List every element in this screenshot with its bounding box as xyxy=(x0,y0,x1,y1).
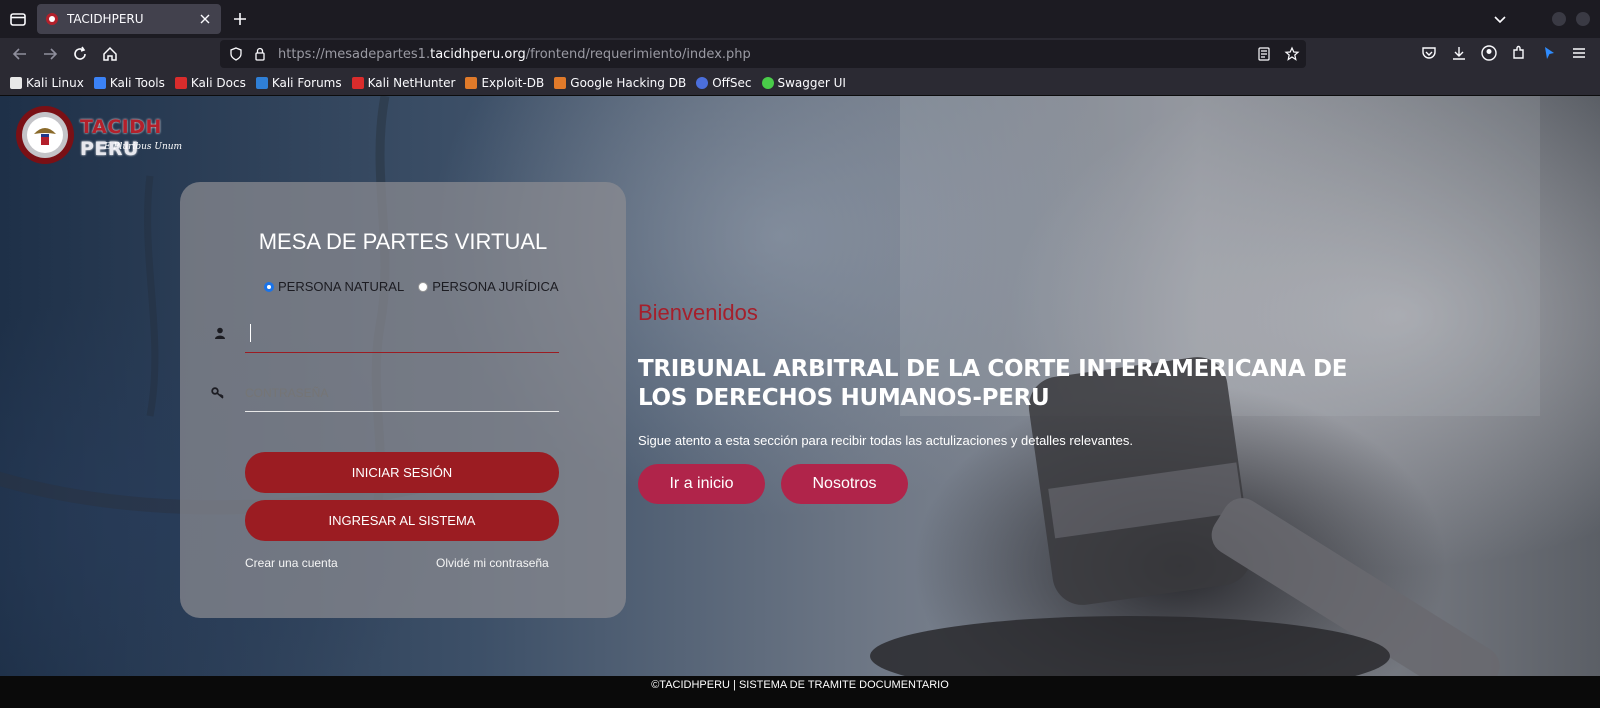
cursor-extension-icon[interactable] xyxy=(1540,44,1558,62)
toolbar-right xyxy=(1420,44,1600,62)
enter-system-button[interactable]: INGRESAR AL SISTEMA xyxy=(245,500,559,541)
hamburger-menu-icon[interactable] xyxy=(1570,44,1588,62)
tabbar-right xyxy=(1490,0,1600,38)
forgot-password-link[interactable]: Olvidé mi contraseña xyxy=(436,556,549,570)
password-input[interactable] xyxy=(245,375,559,411)
kali-linux-icon xyxy=(10,76,22,89)
go-home-button[interactable]: Ir a inicio xyxy=(638,464,765,504)
url-bar[interactable]: https://mesadepartes1.tacidhperu.org/fro… xyxy=(220,40,1306,68)
browser-nav-bar: https://mesadepartes1.tacidhperu.org/fro… xyxy=(0,38,1600,70)
bookmark-item[interactable]: Kali Forums xyxy=(255,76,342,90)
kali-docs-icon xyxy=(174,76,187,89)
bookmark-item[interactable]: Kali NetHunter xyxy=(351,76,455,90)
key-icon xyxy=(211,387,224,399)
bookmark-star-icon[interactable] xyxy=(1284,46,1300,62)
about-us-button[interactable]: Nosotros xyxy=(781,464,908,504)
persona-natural-radio[interactable] xyxy=(264,281,274,292)
kali-forums-icon xyxy=(255,76,268,89)
login-button[interactable]: INICIAR SESIÓN xyxy=(245,452,559,493)
reload-icon[interactable] xyxy=(70,44,90,64)
tab-list-icon[interactable] xyxy=(8,9,28,29)
username-underline xyxy=(245,352,559,353)
forward-arrow-icon[interactable] xyxy=(40,44,60,64)
swagger-icon xyxy=(761,76,774,89)
user-icon xyxy=(215,327,225,339)
lock-icon[interactable] xyxy=(252,46,268,62)
shield-icon[interactable] xyxy=(228,46,244,62)
hero-title: TRIBUNAL ARBITRAL DE LA CORTE INTERAMERI… xyxy=(638,356,1348,411)
browser-tab[interactable]: TACIDHPERU xyxy=(37,4,221,34)
kali-nethunter-icon xyxy=(351,76,364,89)
kali-tools-icon xyxy=(93,76,106,89)
bookmark-item[interactable]: Kali Linux xyxy=(10,76,84,90)
back-arrow-icon[interactable] xyxy=(10,44,30,64)
create-account-link[interactable]: Crear una cuenta xyxy=(245,556,338,570)
reader-view-icon[interactable] xyxy=(1256,46,1272,62)
logo-motto: E Pluribus Unum xyxy=(104,142,183,152)
tab-title: TACIDHPERU xyxy=(67,12,144,26)
url-text: https://mesadepartes1.tacidhperu.org/fro… xyxy=(278,46,751,62)
bookmarks-bar: Kali Linux Kali Tools Kali Docs Kali For… xyxy=(0,70,1600,96)
download-icon[interactable] xyxy=(1450,44,1468,62)
bookmark-item[interactable]: Swagger UI xyxy=(761,76,846,90)
persona-natural-label[interactable]: PERSONA NATURAL xyxy=(278,279,404,294)
favicon-icon xyxy=(46,13,58,25)
google-hacking-db-icon xyxy=(554,76,567,89)
browser-tab-bar: TACIDHPERU xyxy=(0,0,1600,38)
bookmark-item[interactable]: Kali Docs xyxy=(174,76,246,90)
bookmark-item[interactable]: OffSec xyxy=(696,76,752,90)
logo-wordmark: TACIDH PERU xyxy=(80,116,162,160)
new-tab-icon[interactable] xyxy=(230,9,250,29)
url-actions xyxy=(1244,46,1300,62)
maximize-button[interactable] xyxy=(1576,12,1590,26)
person-type-radio-group: PERSONA NATURAL PERSONA JURÍDICA xyxy=(264,279,573,294)
login-title: MESA DE PARTES VIRTUAL xyxy=(258,229,548,254)
close-tab-icon[interactable] xyxy=(197,11,213,27)
welcome-heading: Bienvenidos xyxy=(638,300,758,325)
page-footer: ©TACIDHPERU | SISTEMA DE TRAMITE DOCUMEN… xyxy=(0,676,1600,708)
hero-subtitle: Sigue atento a esta sección para recibir… xyxy=(638,433,1134,448)
account-icon[interactable] xyxy=(1480,44,1498,62)
minimize-button[interactable] xyxy=(1552,12,1566,26)
extensions-icon[interactable] xyxy=(1510,44,1528,62)
site-logo[interactable]: TACIDH PERU E Pluribus Unum xyxy=(14,104,214,166)
bookmark-item[interactable]: Kali Tools xyxy=(93,76,165,90)
pocket-icon[interactable] xyxy=(1420,44,1438,62)
password-underline xyxy=(245,411,559,412)
username-input[interactable] xyxy=(245,316,559,352)
web-page: TACIDH PERU E Pluribus Unum MESA DE PART… xyxy=(0,96,1600,708)
seal-icon xyxy=(16,106,74,164)
persona-juridica-radio[interactable] xyxy=(418,281,429,292)
text-caret xyxy=(250,324,251,342)
persona-juridica-label[interactable]: PERSONA JURÍDICA xyxy=(432,279,558,294)
bookmark-item[interactable]: Exploit-DB xyxy=(465,76,544,90)
chevron-down-icon[interactable] xyxy=(1490,9,1510,29)
home-icon[interactable] xyxy=(100,44,120,64)
exploit-db-icon xyxy=(465,76,478,89)
bookmark-item[interactable]: Google Hacking DB xyxy=(554,76,686,90)
offsec-icon xyxy=(696,76,709,89)
